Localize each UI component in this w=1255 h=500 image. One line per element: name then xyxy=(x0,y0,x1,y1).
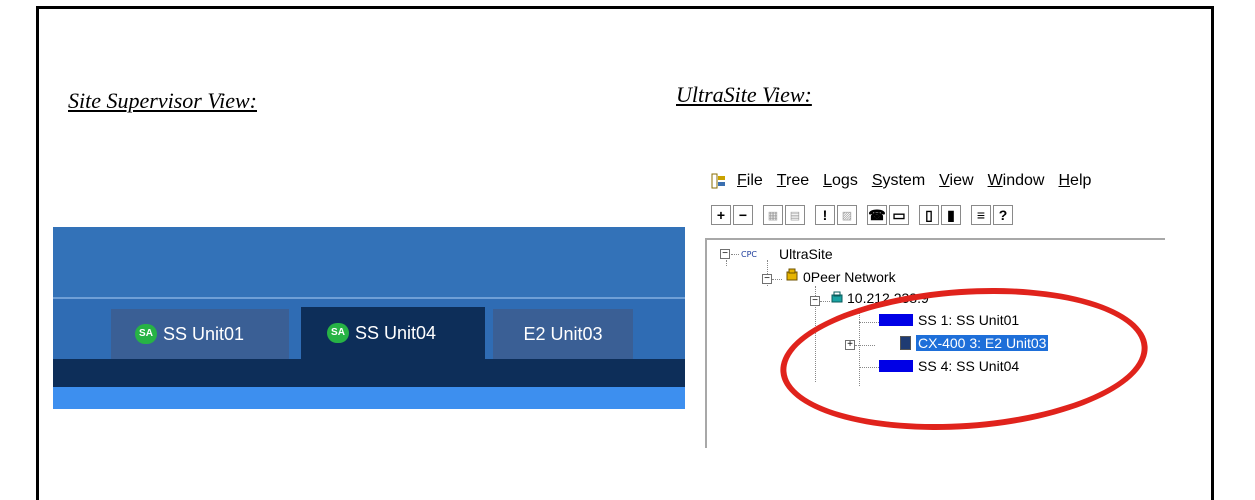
caption-site-supervisor: Site Supervisor View: xyxy=(68,88,257,113)
tab-ss-unit04[interactable]: SA SS Unit04 xyxy=(301,307,485,359)
network-icon xyxy=(785,268,799,285)
sa-badge-icon: SA xyxy=(135,324,157,344)
chart-icon[interactable]: ▨ xyxy=(837,205,857,225)
ss-bottom-bar xyxy=(53,387,685,409)
cpc-icon: CPC xyxy=(741,249,757,259)
monitor-icon[interactable]: ▭ xyxy=(889,205,909,225)
menu-view[interactable]: View xyxy=(939,172,973,190)
menu-system[interactable]: System xyxy=(872,172,925,190)
site-supervisor-panel: SA SS Unit01 SA SS Unit04 E2 Unit03 xyxy=(53,227,685,409)
phone-icon[interactable]: ☎ xyxy=(867,205,887,225)
toolbar: + − ▦ ▤ ! ▨ ☎ ▭ ▯ ▮ ≡ ? xyxy=(711,202,1015,228)
menu-tree[interactable]: Tree xyxy=(777,172,809,190)
menu-help[interactable]: Help xyxy=(1058,172,1091,190)
site-icon[interactable]: ▦ xyxy=(763,205,783,225)
collapse-root-icon[interactable]: − xyxy=(720,249,730,259)
list-icon[interactable]: ≡ xyxy=(971,205,991,225)
collapse-ip-icon[interactable]: − xyxy=(810,296,820,306)
help-icon[interactable]: ? xyxy=(993,205,1013,225)
menu-file[interactable]: File xyxy=(737,172,763,190)
tab-ss-unit01[interactable]: SA SS Unit01 xyxy=(111,309,289,359)
network-label: 0Peer Network xyxy=(803,268,896,285)
plus-icon[interactable]: + xyxy=(711,205,731,225)
caption-ultrasite: UltraSite View: xyxy=(676,82,812,107)
ss-content-bar xyxy=(53,359,685,387)
tree-network[interactable]: 0Peer Network xyxy=(785,268,896,285)
app-icon xyxy=(711,173,727,189)
sa-badge-icon: SA xyxy=(327,323,349,343)
tab-label: SS Unit01 xyxy=(163,323,245,344)
tree-root-label: UltraSite xyxy=(779,246,833,262)
connect-icon[interactable]: ▯ xyxy=(919,205,939,225)
disconnect-icon[interactable]: ▮ xyxy=(941,205,961,225)
graph-icon[interactable]: ▤ xyxy=(785,205,805,225)
tree-root[interactable]: CPC UltraSite xyxy=(741,246,833,262)
tab-e2-unit03[interactable]: E2 Unit03 xyxy=(493,309,633,359)
alarm-icon[interactable]: ! xyxy=(815,205,835,225)
menu-bar: File Tree Logs System View Window Help xyxy=(705,170,1105,192)
tab-label: E2 Unit03 xyxy=(523,323,603,344)
menu-logs[interactable]: Logs xyxy=(823,172,858,190)
ss-header xyxy=(53,227,685,297)
ip-icon xyxy=(831,290,843,306)
minus-icon[interactable]: − xyxy=(733,205,753,225)
tab-label: SS Unit04 xyxy=(355,322,437,343)
collapse-network-icon[interactable]: − xyxy=(762,274,772,284)
menu-window[interactable]: Window xyxy=(988,172,1045,190)
